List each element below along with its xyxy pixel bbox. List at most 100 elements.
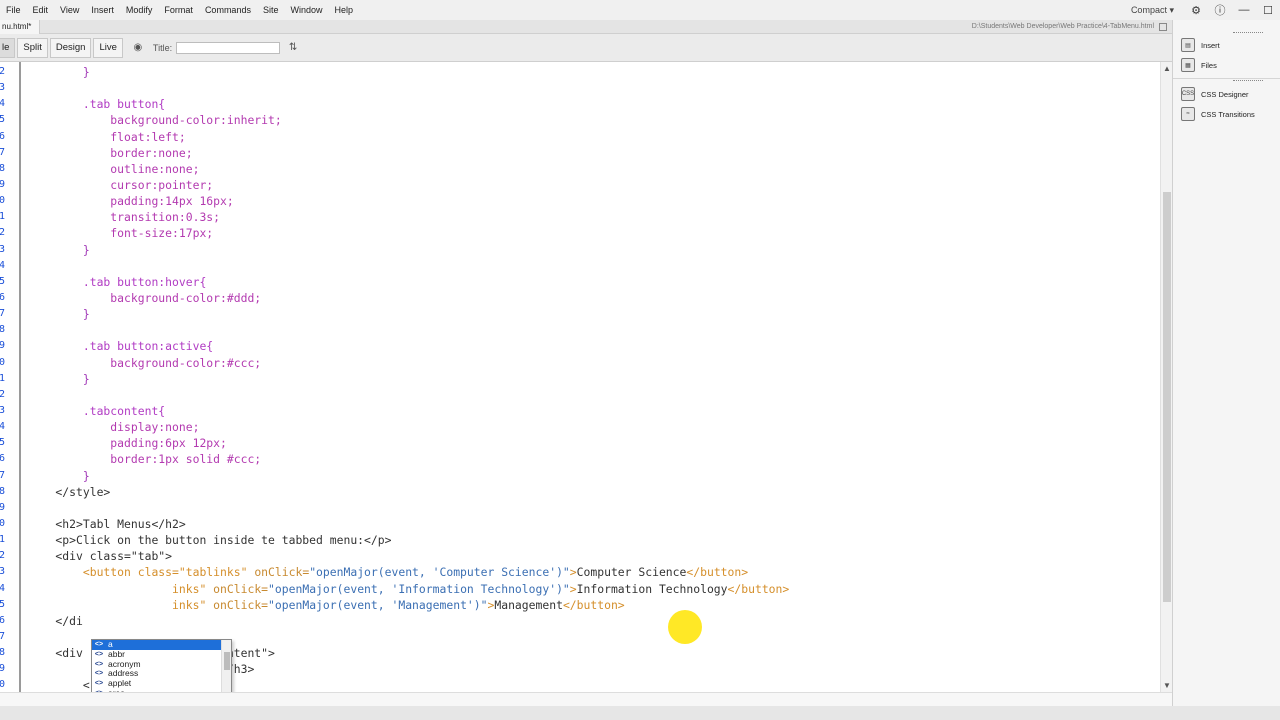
title-input[interactable] [176, 41, 281, 54]
code-token: outline:none; [28, 161, 200, 176]
code-token: cursor:pointer; [28, 177, 214, 192]
line-number: 2 [0, 550, 6, 562]
editor-scrollbar[interactable]: ▲ ▼ [1160, 62, 1172, 692]
css-designer-icon: CSS [1181, 87, 1195, 101]
code-token: Computer Science [576, 565, 687, 580]
line-number: 3 [0, 82, 6, 94]
document-tab[interactable]: nu.html* [0, 20, 41, 34]
tag-icon: <> [94, 650, 104, 658]
panel-css-transitions[interactable]: ≈ CSS Transitions [1181, 107, 1255, 121]
code-hint-list: <>a<>abbr<>acronym<>address<>applet<>are… [92, 640, 231, 692]
code-editor[interactable]: 2 } 3 4 .tab button{5 background-color:inh… [0, 62, 1160, 692]
preview-icon[interactable]: ◉ [129, 39, 147, 57]
menu-view[interactable]: View [54, 0, 85, 20]
menu-format[interactable]: Format [158, 0, 199, 20]
code-text: inks" onClick="openMajor(event, 'Managem… [28, 597, 625, 613]
menu-window[interactable]: Window [284, 0, 328, 20]
code-hint-scrollbar[interactable] [221, 640, 231, 692]
menu-help[interactable]: Help [328, 0, 359, 20]
code-token: background-color:#ddd; [28, 290, 262, 305]
line-number: 6 [0, 614, 6, 626]
panel-css-designer[interactable]: CSS CSS Designer [1181, 87, 1249, 101]
code-text: background-color:inherit; [28, 112, 281, 128]
code-view-button[interactable]: le [0, 37, 16, 58]
gutter-divider [19, 62, 21, 692]
code-token: </style> [28, 484, 111, 499]
code-text: <div class="tab"> [28, 548, 172, 564]
minimize-button[interactable]: — [1232, 0, 1256, 20]
code-text: font-size:17px; [28, 225, 213, 241]
code-hint-scroll-thumb[interactable] [224, 652, 230, 670]
code-token: display:none; [28, 420, 200, 435]
code-hint-popup[interactable]: <>a<>abbr<>acronym<>address<>applet<>are… [91, 639, 232, 692]
code-token: <p>Click on the button inside te tabbed … [28, 533, 392, 548]
title-label: Title: [152, 42, 173, 53]
maximize-button[interactable]: ☐ [1256, 0, 1280, 20]
code-token: Management [494, 597, 563, 612]
menu-commands[interactable]: Commands [199, 0, 257, 20]
restore-icon[interactable] [1159, 23, 1167, 31]
line-number: 7 [0, 630, 6, 642]
code-token: } [28, 307, 90, 322]
status-bar [0, 692, 1172, 706]
split-view-button[interactable]: Split [17, 37, 48, 58]
code-text: padding:6px 12px; [28, 435, 227, 451]
code-token: border:none; [28, 145, 193, 160]
scroll-down-icon[interactable]: ▼ [1162, 681, 1172, 690]
menu-insert[interactable]: Insert [85, 0, 120, 20]
code-text: cursor:pointer; [28, 177, 213, 193]
code-text: padding:14px 16px; [28, 193, 233, 209]
line-number: 9 [0, 340, 6, 352]
live-view-button[interactable]: Live [93, 37, 123, 58]
menu-file[interactable]: File [0, 0, 27, 20]
code-token: > [569, 581, 577, 596]
design-view-button[interactable]: Design [49, 37, 92, 58]
line-number: 9 [0, 663, 6, 675]
code-text: <h2>Tabl Menus</h2> [28, 516, 185, 532]
code-text: inks" onClick="openMajor(event, 'Informa… [28, 581, 789, 597]
mouse-cursor-highlight [668, 610, 702, 644]
panel-insert[interactable]: ▤ Insert [1181, 38, 1220, 52]
line-number: 6 [0, 130, 6, 142]
line-number: 5 [0, 598, 6, 610]
code-text: border:none; [28, 145, 193, 161]
code-token: inks" [28, 597, 214, 612]
code-text: .tab button:hover{ [28, 274, 206, 290]
menu-modify[interactable]: Modify [120, 0, 159, 20]
panel-dock: ▤ Insert ▦ Files CSS CSS Designer ≈ CSS … [1172, 20, 1280, 706]
line-number: 8 [0, 647, 6, 659]
code-token: "openMajor(event, 'Management')" [268, 597, 488, 612]
file-management-icon[interactable]: ⇅ [284, 39, 302, 57]
line-number: 1 [0, 534, 6, 546]
code-token: background-color:#ccc; [28, 355, 262, 370]
panel-files[interactable]: ▦ Files [1181, 58, 1217, 72]
tag-icon: <> [94, 641, 104, 648]
line-number: 2 [0, 66, 6, 77]
info-icon[interactable]: ⓘ [1208, 0, 1232, 20]
tag-icon: <> [94, 670, 104, 678]
code-token: </button> [686, 565, 749, 580]
code-text: border:1px solid #ccc; [28, 451, 261, 467]
line-number: 0 [0, 679, 6, 691]
sync-settings-icon[interactable]: ⚙ [1184, 0, 1208, 20]
code-token: float:left; [28, 129, 186, 144]
line-number: 3 [0, 243, 6, 255]
workspace-switcher[interactable]: Compact ▾ [1121, 5, 1184, 16]
css-transitions-icon: ≈ [1181, 107, 1195, 121]
menu-site[interactable]: Site [257, 0, 285, 20]
editor-scroll-thumb[interactable] [1163, 192, 1171, 602]
code-text: transition:0.3s; [28, 209, 220, 225]
tag-icon: <> [94, 660, 104, 668]
line-number: 4 [0, 421, 6, 433]
scroll-up-icon[interactable]: ▲ [1162, 64, 1172, 73]
document-tab-bar: nu.html* D:\Students\Web Developer\Web P… [0, 20, 1172, 34]
line-number: 2 [0, 227, 6, 239]
code-text: .tab button:active{ [28, 338, 213, 354]
code-token: <button class="tablinks" [28, 565, 255, 580]
line-number: 0 [0, 195, 6, 207]
code-text: <p>Click on the button inside te tabbed … [28, 532, 391, 548]
panel-grip[interactable] [1233, 32, 1263, 35]
panel-grip[interactable] [1233, 80, 1263, 83]
menu-edit[interactable]: Edit [27, 0, 55, 20]
code-token: } [28, 468, 90, 483]
